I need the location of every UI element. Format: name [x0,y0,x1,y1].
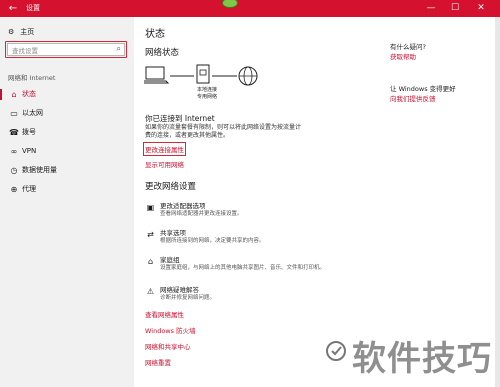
view-network-properties-link[interactable]: 查看网络属性 [145,309,184,319]
internet-globe-icon [238,66,258,86]
feedback-question: 让 Windows 变得更好 [390,85,456,93]
option-description: 设置家庭组，与网络上的其他电脑共享图片、音乐、文件和打印机。 [160,265,326,271]
settings-window: ← 设置 — ☐ ✕ ⚙ 主页 查找设置 ⌕ 网络和 Internet ⌂ 状态… [0,0,500,387]
feedback-panel: 让 Windows 变得更好 向我们提供反馈 [390,83,456,103]
mascot-icon [222,0,238,8]
option-description: 诊断并修复网络问题。 [160,295,216,301]
adapter-options-row[interactable]: ▣ 更改适配器选项 查看网络适配器并更改连接设置。 [145,200,345,222]
homegroup-icon: ⌂ [147,257,154,266]
search-input[interactable]: 查找设置 [12,45,38,55]
search-icon: ⌕ [116,44,121,53]
sidebar-item-ethernet[interactable]: ▭ 以太网 [0,104,134,123]
network-status-heading: 网络状态 [145,48,180,58]
close-button[interactable]: ✕ [470,0,492,17]
troubleshoot-row[interactable]: ⚠ 网络疑难解答 诊断并修复网络问题。 [145,284,345,306]
adapter-icon: ▣ [146,203,155,212]
option-description: 查看网络适配器并更改连接设置。 [160,211,243,217]
globe-icon: ⊕ [10,185,18,194]
network-reset-link[interactable]: 网络重置 [145,357,171,367]
page-title: 状态 [145,29,165,40]
gear-icon: ⚙ [8,28,15,36]
sidebar-item-label: 拨号 [22,128,36,136]
sidebar-item-label: 状态 [22,90,36,98]
home-label: 主页 [20,28,35,36]
search-box[interactable]: 查找设置 ⌕ [5,41,127,58]
sidebar-item-label: 代理 [22,185,36,193]
clock-icon: ◷ [10,166,18,175]
sidebar-item-status[interactable]: ⌂ 状态 [0,85,134,104]
sidebar-item-label: VPN [22,147,37,155]
change-connection-properties-link[interactable]: 更改连接属性 [143,142,186,156]
minimize-button[interactable]: — [420,0,442,17]
watermark-logo-icon [326,341,346,361]
computer-icon [144,66,170,84]
windows-firewall-link[interactable]: Windows 防火墙 [145,325,196,335]
show-available-networks-link[interactable]: 显示可用网络 [145,159,184,169]
title-bar: ← 设置 — ☐ ✕ [0,0,500,17]
change-settings-heading: 更改网络设置 [145,182,197,192]
share-icon: ⇄ [147,230,154,239]
sharing-options-row[interactable]: ⇄ 共享选项 根据所连接到的网络，决定要共享的内容。 [145,227,345,249]
sidebar-item-dialup[interactable]: ☎ 拨号 [0,123,134,142]
ethernet-icon: ▭ [10,109,18,118]
maximize-button[interactable]: ☐ [444,0,466,17]
connected-description: 如果你的流量套餐有限制，则可以将此网络设置为按流量计 费的连接，或者更改其他属性… [145,124,302,139]
sidebar-item-label: 数据使用量 [22,166,57,174]
diagram-label: 本地连接 专用网络 [196,87,217,100]
sidebar-item-vpn[interactable]: ∞ VPN [0,142,134,161]
help-question: 有什么疑问? [390,43,426,51]
vpn-icon: ∞ [10,147,18,156]
sidebar-item-label: 以太网 [22,109,43,117]
phone-icon: ☎ [9,128,19,137]
back-button[interactable]: ← [6,0,20,17]
network-sharing-center-link[interactable]: 网络和共享中心 [145,341,191,351]
warning-icon: ⚠ [146,287,155,296]
home-globe-icon: ⌂ [11,90,17,99]
sidebar-home[interactable]: ⚙ 主页 [8,27,34,37]
help-panel: 有什么疑问? 获取帮助 [390,41,426,61]
option-description: 根据所连接到的网络，决定要共享的内容。 [160,238,265,244]
sidebar-item-proxy[interactable]: ⊕ 代理 [0,180,134,199]
connected-title: 你已连接到 Internet [145,114,215,123]
window-title: 设置 [26,4,40,12]
watermark-text: 软件技巧 [352,339,492,379]
sidebar-section-title: 网络和 Internet [8,74,56,82]
get-help-link[interactable]: 获取帮助 [390,51,426,61]
sidebar: ⚙ 主页 查找设置 ⌕ 网络和 Internet ⌂ 状态 ▭ 以太网 ☎ 拨号… [0,17,134,387]
homegroup-row[interactable]: ⌂ 家庭组 设置家庭组，与网络上的其他电脑共享图片、音乐、文件和打印机。 [145,254,345,276]
scrollbar[interactable] [495,17,500,387]
sidebar-item-data-usage[interactable]: ◷ 数据使用量 [0,161,134,180]
router-icon [196,64,210,84]
give-feedback-link[interactable]: 向我们提供反馈 [390,93,456,103]
